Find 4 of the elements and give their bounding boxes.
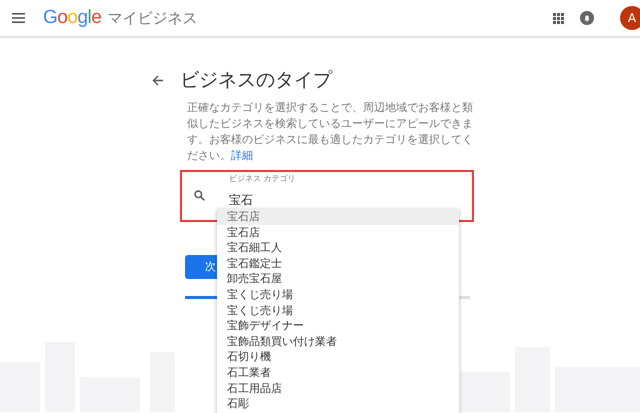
description: 正確なカテゴリを選択することで、周辺地域でお客様と類似したビジネスを検索しているユーザーにアピールできます。お客様のビジネスに最も適したカテゴリを選択してください。詳細 — [187, 100, 474, 164]
product-name: マイビジネス — [107, 8, 198, 29]
field-label: ビジネス カテゴリ — [229, 172, 297, 185]
page-title: ビジネスのタイプ — [180, 69, 332, 92]
